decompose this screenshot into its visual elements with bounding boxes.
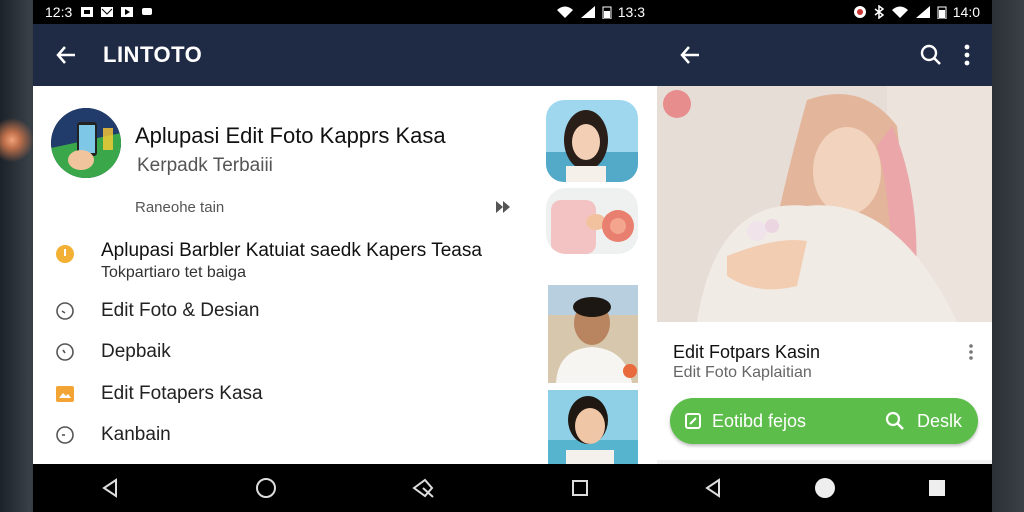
edit-photos-button[interactable]: Eotibd fejos (670, 411, 885, 432)
location-icon (853, 6, 866, 18)
app-bar: LINTOTO (33, 24, 657, 86)
recents-nav-icon[interactable] (927, 478, 947, 498)
status-bar: 12:3 13:3 (33, 0, 657, 24)
battery-icon (937, 6, 947, 19)
chat-notification-icon (142, 8, 153, 15)
hero-photo[interactable] (657, 86, 992, 322)
home-nav-icon[interactable] (814, 477, 836, 499)
woman-thumbnail[interactable] (546, 100, 638, 182)
hands-thumbnail[interactable] (546, 188, 638, 254)
app-title: LINTOTO (103, 42, 203, 67)
search-pill-button[interactable]: Deslk (885, 411, 978, 432)
signal-icon (915, 6, 930, 18)
mail-notification-icon (101, 7, 114, 17)
list-item-title: Aplupasi Barbler Katuiat saedk Kapers Te… (101, 240, 482, 261)
header-caption: Raneohe tain (135, 199, 225, 216)
list-item[interactable]: Kanbain (55, 424, 171, 446)
search-pill-label: Deslk (916, 410, 962, 431)
app-bar (657, 24, 992, 86)
left-phone-screen: 12:3 13:3 LINTOTO Aplupasi Edit Foto Kap… (33, 0, 657, 512)
man2-thumbnail[interactable] (548, 390, 638, 464)
search-icon[interactable] (920, 44, 942, 66)
play-notification-icon (121, 7, 134, 17)
header-subtitle: Kerpadk Terbaiii (137, 155, 273, 176)
card-title: Edit Fotpars Kasin (673, 342, 821, 362)
assistant-nav-icon[interactable] (411, 477, 435, 499)
navigation-bar (33, 464, 657, 512)
list-item[interactable]: Depbaik (55, 341, 171, 363)
app-icon[interactable] (51, 108, 121, 178)
list-item-title: Edit Fotapers Kasa (101, 383, 263, 404)
list-item[interactable]: Edit Fotapers Kasa (55, 383, 263, 405)
recents-nav-icon[interactable] (570, 478, 590, 498)
back-nav-icon[interactable] (100, 478, 120, 498)
list-item-title: Kanbain (101, 424, 171, 445)
action-pill: Eotibd fejos Deslk (670, 398, 978, 444)
right-phone-screen: 14:0 Edit Fotpars Kasin Edit Foto Kaplai… (657, 0, 992, 512)
wifi-icon (556, 6, 573, 18)
status-bar: 14:0 (657, 0, 992, 24)
back-nav-icon[interactable] (703, 478, 723, 498)
man-thumbnail[interactable] (548, 285, 638, 383)
back-arrow-icon[interactable] (657, 44, 723, 66)
search-icon (885, 411, 905, 431)
clock-icon (55, 301, 75, 321)
clock-icon (55, 425, 75, 445)
header-title: Aplupasi Edit Foto Kapprs Kasa (135, 123, 446, 148)
card-subtitle: Edit Foto Kaplaitian (673, 364, 812, 381)
signal-icon (580, 6, 595, 18)
wifi-icon (891, 6, 908, 18)
battery-icon (602, 6, 612, 19)
clock-icon (55, 342, 75, 362)
back-arrow-icon[interactable] (33, 44, 99, 66)
info-card: Edit Fotpars Kasin Edit Foto Kaplaitian … (657, 322, 992, 460)
status-time: 12:3 (45, 4, 73, 20)
list-item-title: Depbaik (101, 341, 171, 362)
more-options-icon[interactable] (964, 44, 970, 66)
list-item[interactable]: Edit Foto & Desian (55, 300, 259, 322)
info-icon (55, 244, 75, 264)
notification-icons (80, 6, 154, 18)
navigation-bar (657, 464, 992, 512)
list-item[interactable]: Aplupasi Barbler Katuiat saedk Kapers Te… (55, 240, 482, 282)
battery-time: 13:3 (617, 4, 645, 20)
card-more-icon[interactable] (968, 344, 974, 360)
forward-icon[interactable] (495, 200, 511, 214)
status-time: 14:0 (952, 4, 980, 20)
bluetooth-icon (874, 5, 884, 19)
list-item-title: Edit Foto & Desian (101, 300, 260, 321)
edit-icon (684, 412, 702, 430)
gallery-notification-icon (81, 7, 94, 17)
image-icon (55, 384, 75, 404)
edit-photos-label: Eotibd fejos (712, 410, 807, 431)
home-nav-icon[interactable] (255, 477, 277, 499)
list-item-subtitle: Tokpartiaro tet baiga (101, 264, 246, 281)
